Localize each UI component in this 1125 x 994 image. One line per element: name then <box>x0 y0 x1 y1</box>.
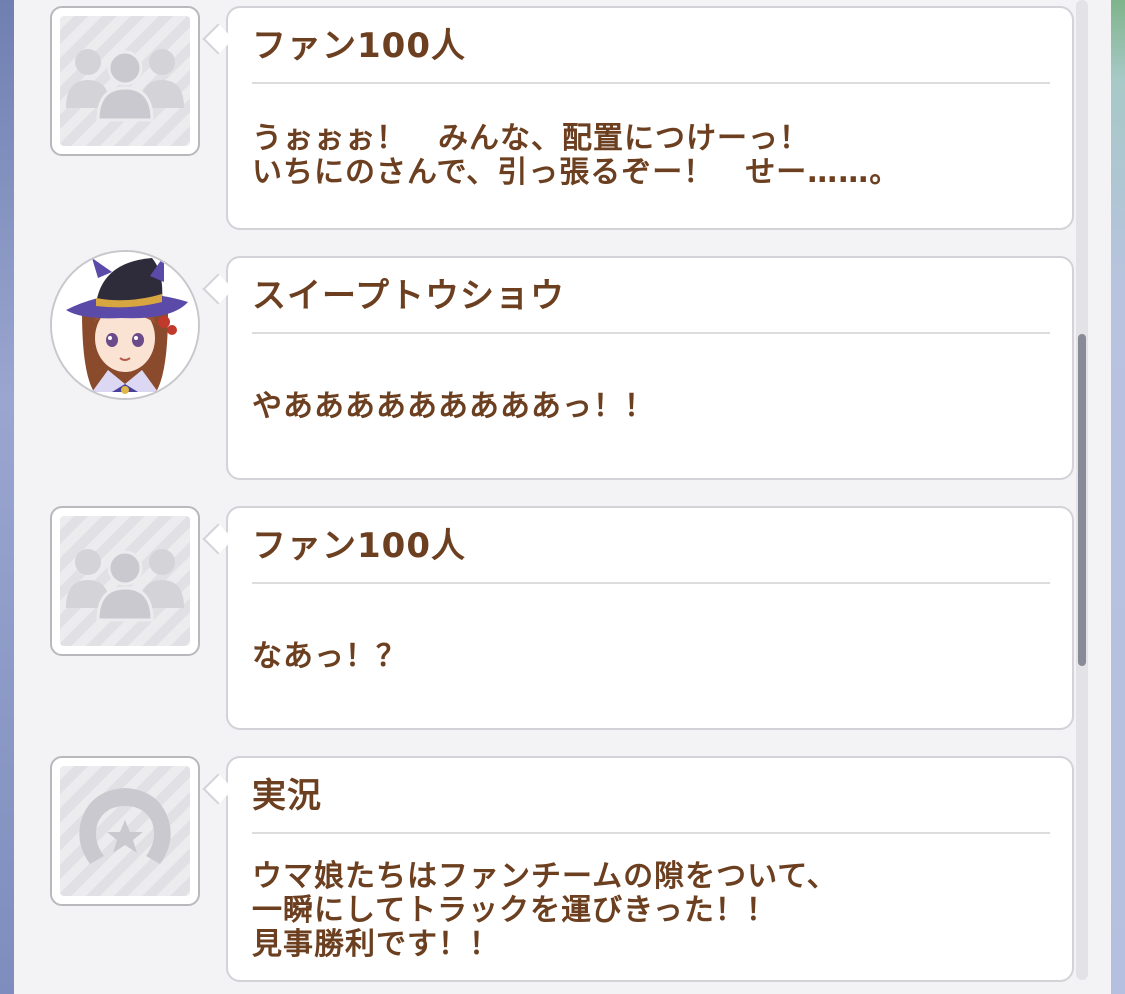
log-entry: ファン100人 なあっ！？ <box>14 500 1076 740</box>
sweep-tosho-portrait <box>52 252 198 398</box>
divider <box>252 832 1050 834</box>
message-line: うぉぉぉ！ みんな、配置につけーっ！ <box>252 121 810 156</box>
background-right <box>1111 0 1125 994</box>
horseshoe-star-icon <box>79 788 171 864</box>
log-entry: ファン100人 うぉぉぉ！ みんな、配置につけーっ！ いちにのさんで、引っ張るぞ… <box>14 0 1076 240</box>
log-entry: 実況 ウマ娘たちはファンチームの隙をついて、 一瞬にしてトラックを運びきった！！… <box>14 750 1076 994</box>
speaker-name: ファン100人 <box>252 526 466 566</box>
fans-group-icon <box>66 49 184 122</box>
message-bubble: 実況 ウマ娘たちはファンチームの隙をついて、 一瞬にしてトラックを運びきった！！… <box>226 756 1074 982</box>
message-line: なあっ！？ <box>252 639 407 674</box>
message-line: ウマ娘たちはファンチームの隙をついて、 <box>252 859 838 894</box>
scrollbar-thumb[interactable] <box>1078 334 1086 666</box>
speaker-name: ファン100人 <box>252 26 466 66</box>
avatar <box>50 506 200 656</box>
avatar <box>50 6 200 156</box>
message-line: 見事勝利です！！ <box>252 927 500 962</box>
speaker-name: スイープトウショウ <box>252 276 565 316</box>
background-left <box>0 0 14 994</box>
message-line: やあああああああああっ！！ <box>252 389 655 424</box>
avatar <box>50 250 200 400</box>
dialogue-log-panel[interactable]: ファン100人 うぉぉぉ！ みんな、配置につけーっ！ いちにのさんで、引っ張るぞ… <box>14 0 1111 994</box>
divider <box>252 582 1050 584</box>
log-entry: スイープトウショウ やあああああああああっ！！ <box>14 250 1076 490</box>
speaker-name: 実況 <box>252 776 322 816</box>
divider <box>252 82 1050 84</box>
avatar <box>50 756 200 906</box>
divider <box>252 332 1050 334</box>
message-bubble: スイープトウショウ やあああああああああっ！！ <box>226 256 1074 480</box>
message-bubble: ファン100人 うぉぉぉ！ みんな、配置につけーっ！ いちにのさんで、引っ張るぞ… <box>226 6 1074 230</box>
message-bubble: ファン100人 なあっ！？ <box>226 506 1074 730</box>
message-line: いちにのさんで、引っ張るぞー！ せー……。 <box>252 155 901 190</box>
fans-group-icon <box>66 549 184 622</box>
message-line: 一瞬にしてトラックを運びきった！！ <box>252 893 777 928</box>
